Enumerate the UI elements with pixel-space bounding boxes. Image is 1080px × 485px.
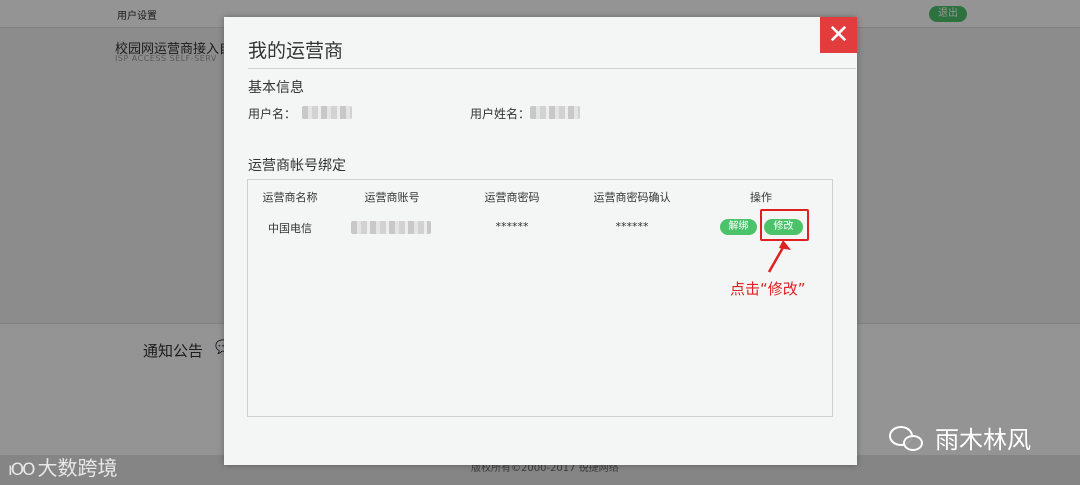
password-confirm-cell: ****** [615, 220, 649, 233]
my-isp-modal: 我的运营商 ✕ 基本信息 用户名： 用户姓名： 运营商帐号绑定 运营商名称 运营… [224, 17, 857, 465]
unbind-button[interactable]: 解绑 [720, 219, 757, 235]
realname-value-blurred [530, 106, 580, 119]
close-icon[interactable]: ✕ [820, 17, 857, 53]
watermark-right: 雨木林风 [889, 420, 1031, 455]
password-cell: ****** [495, 220, 529, 233]
click-modify-annotation: 点击“修改” [730, 280, 806, 298]
watermark-left: ıOO 大数跨境 [8, 452, 118, 481]
wechat-icon [889, 424, 925, 452]
watermark-right-text: 雨木林风 [935, 426, 1031, 454]
brand-logo-icon: ıOO [8, 460, 35, 480]
binding-heading: 运营商帐号绑定 [248, 158, 346, 174]
column-header-isp-account: 运营商账号 [364, 191, 420, 204]
isp-binding-table: 运营商名称 运营商账号 运营商密码 运营商密码确认 操作 中国电信 ******… [247, 179, 833, 417]
realname-label: 用户姓名： [470, 107, 531, 121]
username-value-blurred [302, 106, 352, 119]
watermark-left-text: 大数跨境 [37, 456, 118, 480]
username-label: 用户名： [248, 107, 297, 121]
modify-highlight-box [760, 209, 809, 241]
column-header-actions: 操作 [750, 191, 772, 204]
basic-info-heading: 基本信息 [248, 80, 304, 96]
column-header-isp-password: 运营商密码 [484, 191, 540, 204]
modal-divider [248, 68, 856, 69]
isp-account-blurred [351, 221, 431, 234]
annotation-arrow-icon [767, 240, 791, 273]
column-header-password-confirm: 运营商密码确认 [593, 191, 671, 204]
modal-title: 我的运营商 [248, 40, 344, 62]
column-header-isp-name: 运营商名称 [262, 191, 318, 204]
isp-name-cell: 中国电信 [268, 222, 312, 235]
